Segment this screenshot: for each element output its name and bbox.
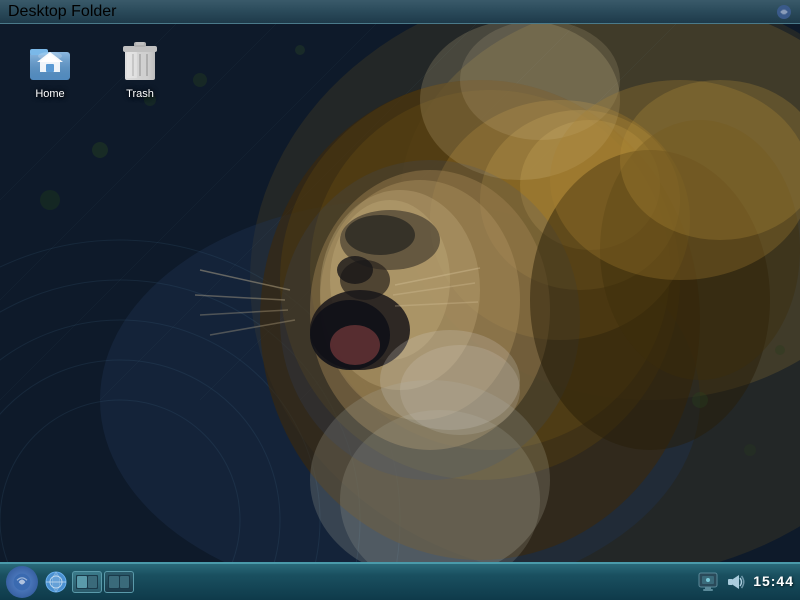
trash-icon-label: Trash <box>126 88 154 100</box>
fedora-menu-button[interactable] <box>6 566 38 598</box>
menubar-title: Desktop Folder <box>8 3 117 21</box>
home-desktop-icon[interactable]: Home <box>10 30 90 106</box>
trash-icon-image <box>116 36 164 84</box>
network-tray-icon[interactable] <box>697 571 719 593</box>
trash-desktop-icon[interactable]: Trash <box>100 30 180 106</box>
desktop: Desktop Folder <box>0 0 800 600</box>
system-tray: 15:44 <box>697 571 794 593</box>
clock-time: 15:44 <box>753 573 794 589</box>
taskbar: 15:44 <box>0 562 800 600</box>
browser-button[interactable] <box>42 568 70 596</box>
desktop-icons-area: Home <box>10 30 180 106</box>
clock-display[interactable]: 15:44 <box>753 573 794 591</box>
home-icon-label: Home <box>35 88 64 100</box>
volume-tray-icon[interactable] <box>725 571 747 593</box>
workspace-1-button[interactable] <box>72 571 102 593</box>
home-icon-image <box>26 36 74 84</box>
menubar: Desktop Folder <box>0 0 800 24</box>
workspace-2-button[interactable] <box>104 571 134 593</box>
system-logo-icon[interactable] <box>776 4 792 20</box>
workspace-switcher <box>72 571 134 593</box>
